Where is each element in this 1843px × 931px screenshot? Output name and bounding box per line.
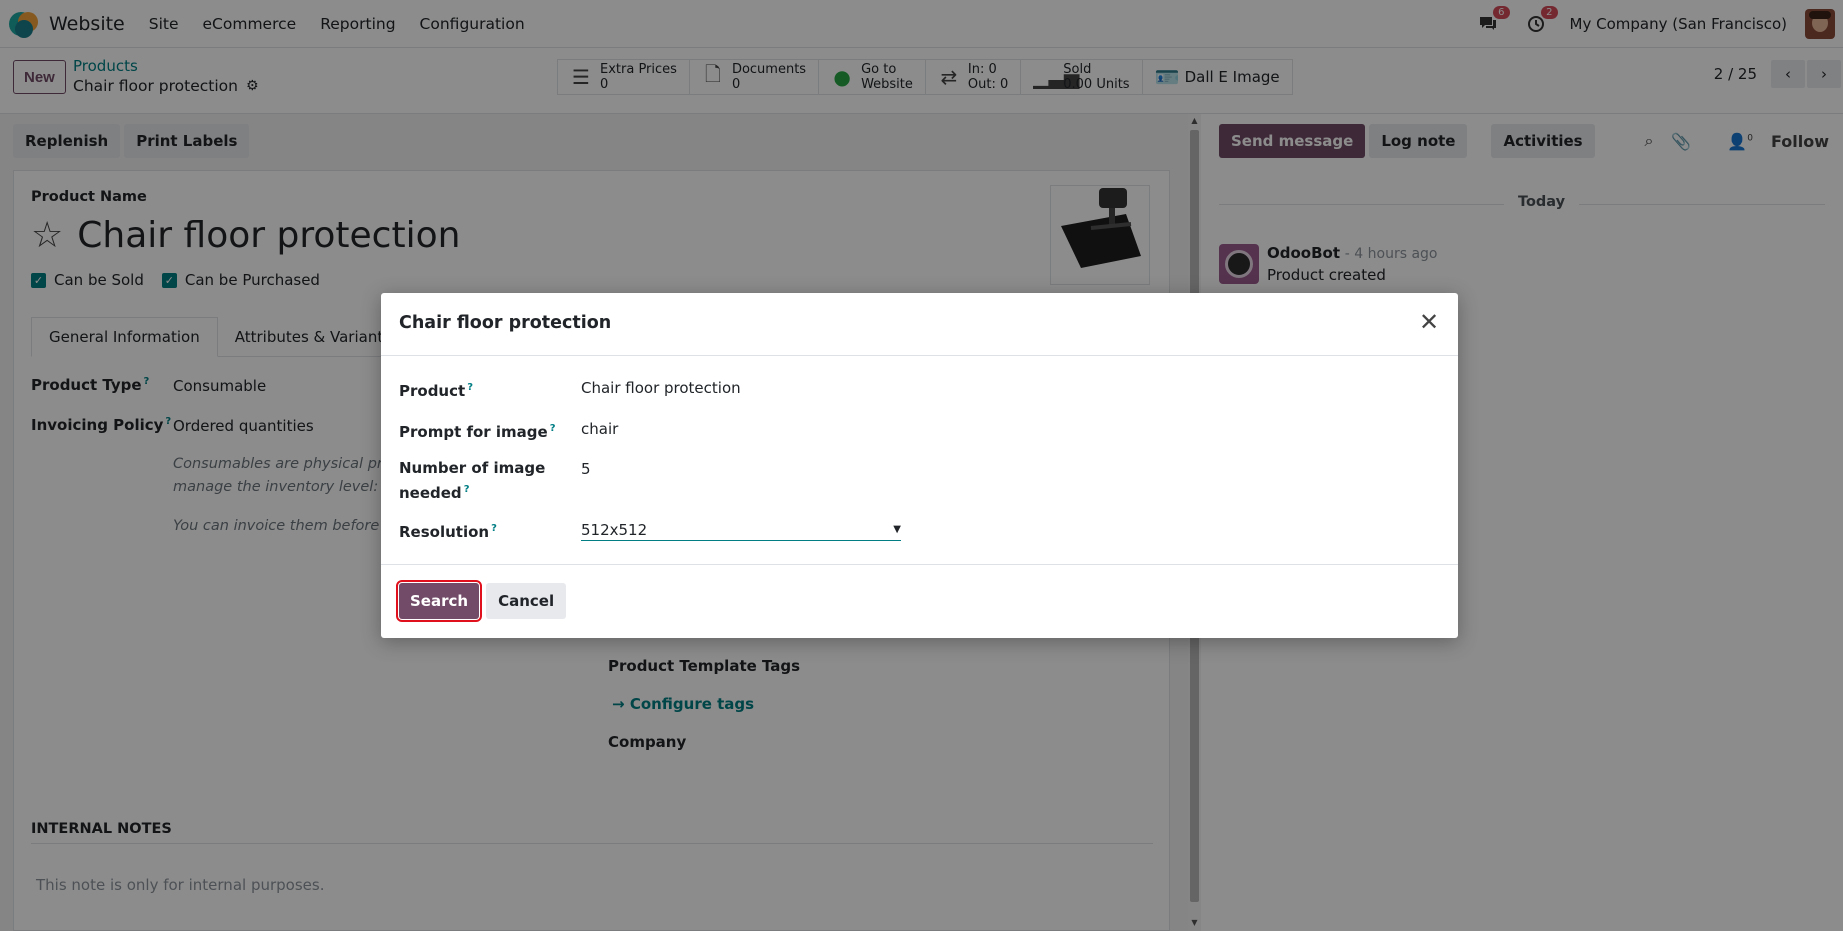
help-icon[interactable]: ? — [491, 523, 497, 534]
resolution-select[interactable]: 512x512 ▼ — [581, 519, 901, 541]
dialog-header: Chair floor protection ✕ — [381, 293, 1458, 356]
close-icon[interactable]: ✕ — [1414, 307, 1444, 337]
caret-down-icon: ▼ — [893, 524, 901, 535]
resolution-value: 512x512 — [581, 520, 648, 539]
dialog-footer: Search Cancel — [395, 580, 567, 622]
prompt-field-label: Prompt for image? — [399, 418, 556, 443]
number-label-line1: Number of image — [399, 459, 546, 477]
product-field-label: Product? — [399, 377, 473, 402]
resolution-field-label: Resolution? — [399, 518, 497, 543]
number-label-line2: needed — [399, 484, 462, 502]
prompt-input[interactable]: chair — [581, 420, 618, 438]
number-field-label: Number of image needed? — [399, 457, 545, 504]
resolution-label-text: Resolution — [399, 523, 490, 541]
prompt-label-text: Prompt for image — [399, 423, 548, 441]
help-icon[interactable]: ? — [550, 423, 556, 434]
cancel-button[interactable]: Cancel — [486, 583, 567, 619]
dialog-title: Chair floor protection — [399, 313, 612, 333]
dall-e-dialog: Chair floor protection ✕ Product? Chair … — [381, 293, 1458, 638]
dialog-body: Product? Chair floor protection Prompt f… — [381, 356, 1458, 565]
product-field-value[interactable]: Chair floor protection — [581, 379, 741, 397]
search-button[interactable]: Search — [395, 580, 483, 622]
product-label-text: Product — [399, 382, 466, 400]
number-of-images-input[interactable]: 5 — [581, 460, 591, 478]
help-icon[interactable]: ? — [464, 484, 470, 495]
help-icon[interactable]: ? — [467, 382, 473, 393]
